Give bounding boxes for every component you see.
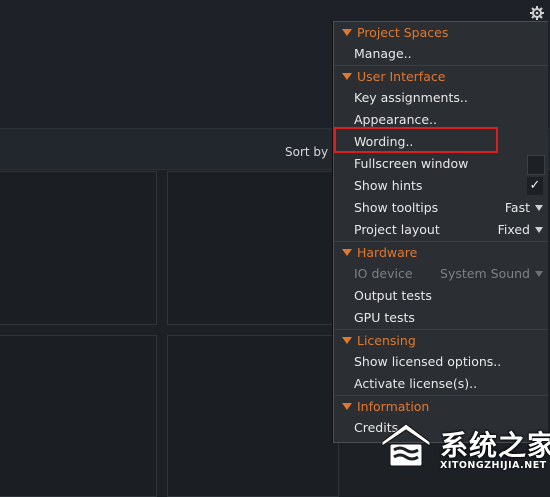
menu-item-label: Show hints: [354, 178, 423, 193]
menu-item-show-licensed-options[interactable]: Show licensed options..: [334, 351, 548, 373]
menu-item-output-tests[interactable]: Output tests: [334, 285, 548, 307]
section-title: Project Spaces: [357, 25, 449, 40]
collapse-triangle-icon: [342, 337, 352, 344]
menu-item-io-device: IO device System Sound: [334, 263, 548, 285]
menu-item-show-hints[interactable]: Show hints ✓: [334, 175, 548, 197]
menu-item-label: Show tooltips: [354, 200, 439, 215]
section-title: Hardware: [357, 245, 418, 260]
menu-item-label: Manage..: [354, 46, 412, 61]
section-header-project-spaces[interactable]: Project Spaces: [334, 22, 548, 43]
io-device-value: System Sound: [440, 266, 530, 281]
gear-icon[interactable]: [530, 6, 544, 20]
watermark-url-text: XITONGZHIJIA.NET: [440, 460, 547, 471]
collapse-triangle-icon: [342, 403, 352, 410]
menu-item-label: GPU tests: [354, 310, 415, 325]
menu-item-label: Show licensed options..: [354, 354, 502, 369]
menu-item-key-assignments[interactable]: Key assignments..: [334, 87, 548, 109]
collapse-triangle-icon: [342, 73, 352, 80]
watermark: 系统之家 XITONGZHIJIA.NET: [378, 416, 550, 486]
project-layout-value[interactable]: Fixed: [498, 219, 530, 241]
menu-item-label: Project layout: [354, 222, 440, 237]
collapse-triangle-icon: [342, 249, 352, 256]
show-tooltips-value[interactable]: Fast: [505, 197, 530, 219]
watermark-chinese-text: 系统之家: [440, 429, 550, 462]
menu-item-label: IO device: [354, 266, 413, 281]
collapse-triangle-icon: [342, 29, 352, 36]
menu-item-label: Appearance..: [354, 112, 438, 127]
menu-item-label: Fullscreen window: [354, 156, 469, 171]
section-header-hardware[interactable]: Hardware: [334, 241, 548, 263]
settings-menu: Project Spaces Manage.. User Interface K…: [333, 21, 548, 443]
section-header-user-interface[interactable]: User Interface: [334, 65, 548, 87]
menu-item-activate-licenses[interactable]: Activate license(s)..: [334, 373, 548, 395]
project-tile[interactable]: [167, 335, 339, 497]
show-hints-checkbox[interactable]: ✓: [527, 177, 543, 195]
menu-item-label: Activate license(s)..: [354, 376, 478, 391]
highlight-annotation-box: [334, 127, 498, 153]
menu-item-label: Output tests: [354, 288, 432, 303]
menu-item-project-layout[interactable]: Project layout Fixed: [334, 219, 548, 241]
menu-item-fullscreen-window[interactable]: Fullscreen window: [334, 153, 548, 175]
project-tile[interactable]: [0, 171, 157, 325]
menu-item-label: Key assignments..: [354, 90, 468, 105]
project-tile[interactable]: [167, 171, 339, 325]
menu-item-manage[interactable]: Manage..: [334, 43, 548, 65]
fullscreen-checkbox[interactable]: [527, 155, 545, 175]
menu-item-show-tooltips[interactable]: Show tooltips Fast: [334, 197, 548, 219]
watermark-logo-icon: [381, 423, 431, 467]
chevron-down-icon[interactable]: [535, 227, 543, 233]
chevron-down-icon: [535, 271, 543, 277]
sort-by-label[interactable]: Sort by n: [285, 145, 340, 159]
chevron-down-icon[interactable]: [535, 205, 543, 211]
project-tile[interactable]: [0, 335, 157, 497]
section-header-information[interactable]: Information: [334, 395, 548, 417]
section-header-licensing[interactable]: Licensing: [334, 329, 548, 351]
section-title: User Interface: [357, 69, 446, 84]
section-title: Licensing: [357, 333, 416, 348]
section-title: Information: [357, 399, 430, 414]
menu-item-gpu-tests[interactable]: GPU tests: [334, 307, 548, 329]
